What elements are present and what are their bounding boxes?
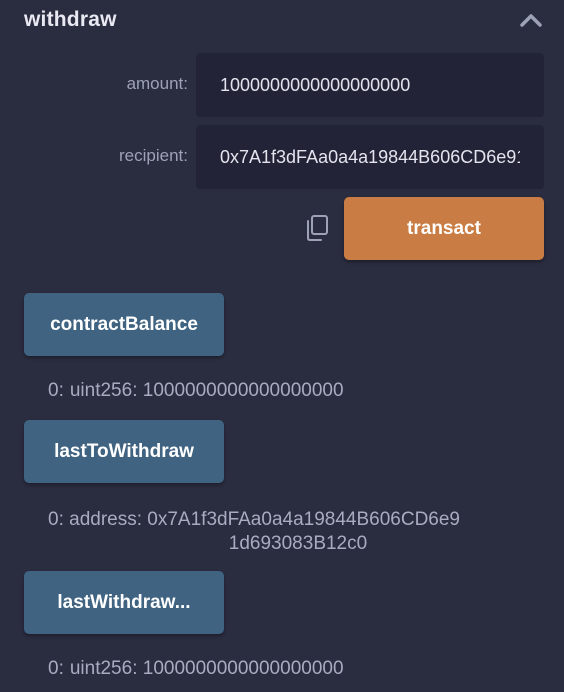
result-index: 0: xyxy=(48,380,64,401)
result-index: 0: xyxy=(48,509,64,530)
result-value: uint256: 1000000000000000000 xyxy=(69,658,344,679)
last-to-withdraw-result: 0: address: 0x7A1f3dFAa0a4a19844B606CD6e… xyxy=(48,508,548,556)
recipient-row: recipient: xyxy=(0,125,564,189)
contract-balance-result: 0: uint256: 1000000000000000000 xyxy=(48,380,344,402)
transact-button[interactable]: transact xyxy=(344,197,544,260)
recipient-input[interactable] xyxy=(196,125,544,189)
withdraw-panel: withdraw amount: recipient: transact con… xyxy=(0,0,564,692)
result-value: address: 0x7A1f3dFAa0a4a19844B606CD6e9 xyxy=(69,509,460,530)
recipient-label: recipient: xyxy=(119,146,188,165)
section-header[interactable]: withdraw xyxy=(24,8,544,36)
amount-input[interactable] xyxy=(196,53,544,117)
amount-row: amount: xyxy=(0,53,564,117)
result-value-continued: 1d693083B12c0 xyxy=(228,533,368,554)
copy-icon[interactable] xyxy=(304,214,330,242)
last-to-withdraw-button[interactable]: lastToWithdraw xyxy=(24,420,224,483)
amount-label: amount: xyxy=(126,74,188,93)
section-title: withdraw xyxy=(24,8,117,31)
last-withdraw-result: 0: uint256: 1000000000000000000 xyxy=(48,658,344,680)
contract-balance-button[interactable]: contractBalance xyxy=(24,293,224,356)
result-index: 0: xyxy=(48,658,64,679)
last-withdraw-button[interactable]: lastWithdraw... xyxy=(24,571,224,634)
chevron-up-icon[interactable] xyxy=(520,12,542,28)
result-value: uint256: 1000000000000000000 xyxy=(69,380,344,401)
